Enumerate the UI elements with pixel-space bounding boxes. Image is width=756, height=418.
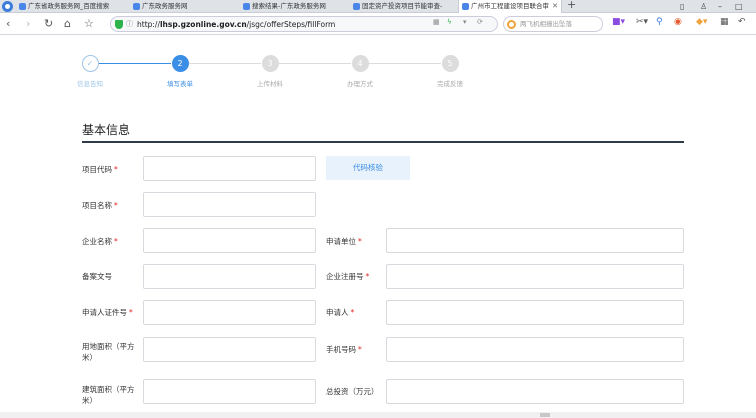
back-icon[interactable]: ‹: [6, 16, 10, 32]
total-investment-label: 总投资（万元）: [326, 387, 379, 396]
url-text: http://lhsp.gzonline.gov.cn/jsgc/offerSt…: [137, 20, 336, 29]
company-reg-no-input[interactable]: [386, 264, 684, 289]
security-shield-icon: [115, 20, 123, 29]
step-upload-materials[interactable]: 3 上传材料: [240, 55, 300, 88]
page-icon: [133, 3, 140, 10]
step-feedback[interactable]: 5 完成反馈: [420, 55, 480, 88]
dropdown-icon[interactable]: ▾: [463, 18, 467, 26]
reload-icon[interactable]: ↻: [44, 16, 53, 32]
applicant-input[interactable]: [386, 300, 684, 325]
step-info-notice[interactable]: ✓ 信息告知: [60, 55, 120, 88]
mobile-label: 手机号码 *: [326, 345, 362, 354]
tab-guangzhou-joint-review[interactable]: 广州市工程建设项目联合审批 ✕: [458, 0, 562, 13]
project-code-label: 项目代码 *: [82, 165, 118, 174]
extension-icon[interactable]: ■▾: [612, 17, 625, 27]
land-area-label: 用地面积（平方米）: [82, 342, 135, 362]
home-icon[interactable]: ⌂: [64, 16, 71, 32]
applicant-unit-label: 申请单位 *: [326, 237, 362, 246]
address-bar[interactable]: ⓘ http://lhsp.gzonline.gov.cn/jsgc/offer…: [110, 16, 498, 32]
company-reg-no-label: 企业注册号 *: [326, 272, 370, 281]
close-tab-icon[interactable]: ✕: [552, 0, 558, 13]
search-box[interactable]: 两飞机相撞出坠落: [503, 16, 603, 32]
project-code-input[interactable]: [143, 156, 316, 181]
qr-icon[interactable]: ▦: [433, 18, 440, 26]
forward-icon[interactable]: ›: [26, 16, 30, 32]
shirt-icon[interactable]: ♙: [700, 2, 707, 11]
step-fill-form[interactable]: 2 填写表单: [150, 55, 210, 88]
shield-badge-icon[interactable]: ◆▾: [696, 17, 707, 27]
scrollbar-thumb[interactable]: [540, 413, 550, 417]
maximize-icon[interactable]: □: [735, 2, 743, 11]
page-icon: [243, 3, 250, 10]
step-check-icon: ✓: [81, 55, 99, 72]
scissors-icon[interactable]: ✂▾: [636, 17, 648, 27]
step-handling-method[interactable]: 4 办理方式: [330, 55, 390, 88]
section-title: 基本信息: [82, 123, 131, 137]
bookmark-star-icon[interactable]: ☆: [84, 16, 94, 32]
page-icon: [19, 3, 26, 10]
tab-energy-review[interactable]: 固定资产投资项目节能审查-: [350, 0, 454, 13]
section-divider: [82, 141, 684, 143]
tab-baidu-search[interactable]: 广东省政务服务网_百度搜索: [16, 0, 120, 13]
site-info-icon[interactable]: ⓘ: [126, 19, 133, 29]
company-name-input[interactable]: [143, 228, 316, 253]
building-area-input[interactable]: [143, 379, 316, 404]
company-name-label: 企业名称 *: [82, 237, 118, 246]
applicant-label: 申请人 *: [326, 308, 355, 317]
tab-gd-gov[interactable]: 广东政务服务网: [130, 0, 230, 13]
total-investment-input[interactable]: [386, 379, 684, 404]
search-placeholder: 两飞机相撞出坠落: [520, 20, 572, 28]
applicant-unit-input[interactable]: [386, 228, 684, 253]
search-engine-icon: [507, 20, 516, 29]
land-area-input[interactable]: [143, 337, 316, 362]
tab-search-results[interactable]: 搜索结果-广东政务服务网: [240, 0, 344, 13]
gamepad-icon[interactable]: ◉: [674, 17, 682, 27]
building-area-label: 建筑面积（平方米）: [82, 385, 135, 405]
filing-no-input[interactable]: [143, 264, 316, 289]
navigation-bar: ‹ › ↻ ⌂ ☆ ⓘ http://lhsp.gzonline.gov.cn/…: [0, 13, 756, 35]
undo-icon[interactable]: ↶: [738, 17, 746, 27]
code-verify-button[interactable]: 代码核验: [326, 156, 410, 180]
horizontal-scrollbar[interactable]: [0, 412, 756, 418]
mobile-input[interactable]: [386, 337, 684, 362]
sidebar-toggle-icon[interactable]: ▯: [680, 2, 684, 11]
progress-steps: ✓ 信息告知 2 填写表单 3 上传材料 4 办理方式 5 完成反馈: [75, 55, 485, 95]
tab-bar: 广东省政务服务网_百度搜索 广东政务服务网 搜索结果-广东政务服务网 固定资产投…: [0, 0, 756, 13]
refresh-small-icon[interactable]: ⟳: [477, 18, 483, 26]
browser-logo-icon[interactable]: [2, 1, 13, 12]
apps-grid-icon[interactable]: ▦: [720, 17, 729, 27]
minimize-icon[interactable]: –: [718, 2, 722, 11]
applicant-id-input[interactable]: [143, 300, 316, 325]
applicant-id-label: 申请人证件号 *: [82, 308, 133, 317]
new-tab-button[interactable]: +: [567, 0, 576, 11]
filing-no-label: 备案文号: [82, 272, 112, 281]
page-icon: [462, 3, 469, 10]
project-name-label: 项目名称 *: [82, 201, 118, 210]
page-icon: [353, 3, 360, 10]
lightning-icon[interactable]: ϟ: [447, 18, 452, 26]
search-icon[interactable]: ⚲: [656, 17, 663, 27]
project-name-input[interactable]: [143, 192, 316, 217]
